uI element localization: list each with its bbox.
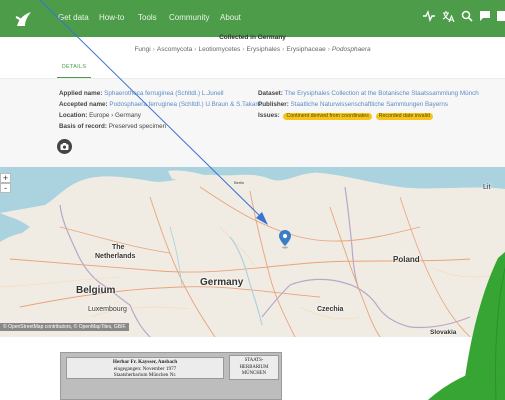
- issue-badge[interactable]: Recorded date invalid: [375, 113, 433, 120]
- zoom-in-button[interactable]: +: [0, 173, 11, 183]
- breadcrumb-genus[interactable]: Podosphaera: [332, 46, 371, 53]
- dataset-link[interactable]: The Erysiphales Collection at the Botani…: [285, 90, 479, 97]
- breadcrumb-class[interactable]: Leotiomycetes: [198, 46, 240, 53]
- breadcrumb-kingdom[interactable]: Fungi: [134, 46, 150, 53]
- accepted-name-link[interactable]: Podosphaera ferruginea (Schltdl.) U.Brau…: [109, 101, 262, 108]
- occurrence-map[interactable]: + - The Netherlands Belgium Luxembourg G…: [0, 167, 505, 337]
- map-label-netherlands: The: [112, 244, 125, 251]
- location-row: Location: Europe › Germany: [59, 112, 141, 120]
- camera-icon[interactable]: [57, 139, 72, 154]
- publisher-label: Publisher:: [258, 101, 289, 108]
- map-attribution[interactable]: © OpenStreetMap contributors, © OpenMapT…: [0, 323, 130, 331]
- accepted-name-label: Accepted name:: [59, 101, 108, 108]
- location-value: Europe › Germany: [89, 112, 141, 119]
- publisher-row: Publisher: Staatliche Naturwissenschaftl…: [258, 101, 448, 109]
- analytics-icon[interactable]: [423, 9, 435, 27]
- map-label-lithuania: Lit: [483, 184, 491, 191]
- map-label-belgium: Belgium: [76, 285, 116, 296]
- specimen-label-image[interactable]: Herbar Fr. Kaysser, Ansbach eingegangen:…: [60, 352, 282, 400]
- nav-tools[interactable]: Tools: [138, 13, 157, 22]
- location-label: Location:: [59, 112, 88, 119]
- chat-icon[interactable]: [479, 10, 491, 27]
- map-background: [0, 167, 505, 337]
- map-label-germany: Germany: [200, 277, 244, 288]
- herbarium-label-line: Staatsherbarium München Nr.: [113, 372, 177, 378]
- herbarium-stamp-line: MÜNCHEN: [241, 371, 267, 376]
- gbif-logo[interactable]: [13, 8, 35, 30]
- breadcrumb-order[interactable]: Erysiphales: [247, 46, 281, 53]
- map-label-netherlands: Netherlands: [95, 253, 136, 260]
- taxonomy-breadcrumb: Fungi › Ascomycota › Leotiomycetes › Erysiphal…: [134, 46, 371, 53]
- issues-label: Issues:: [258, 112, 280, 119]
- basis-of-record-value: Preserved specimen: [108, 123, 167, 130]
- dataset-row: Dataset: The Erysiphales Collection at t…: [258, 90, 479, 98]
- collected-in-title: Collected in Germany: [219, 34, 286, 41]
- basis-of-record-row: Basis of record: Preserved specimen: [59, 123, 166, 131]
- applied-name-row: Applied name: Sphaerotheca ferruginea (S…: [59, 90, 224, 98]
- dataset-label: Dataset:: [258, 90, 283, 97]
- basis-of-record-label: Basis of record:: [59, 123, 107, 130]
- nav-community[interactable]: Community: [169, 13, 209, 22]
- menu-icon[interactable]: [497, 10, 505, 27]
- breadcrumb-phylum[interactable]: Ascomycota: [157, 46, 192, 53]
- herbarium-label: Herbar Fr. Kaysser, Ansbach eingegangen:…: [66, 357, 224, 379]
- applied-name-label: Applied name:: [59, 90, 103, 97]
- issue-badge[interactable]: Continent derived from coordinates: [283, 113, 372, 120]
- applied-name-link[interactable]: Sphaerotheca ferruginea (Schltdl.) L.Jun…: [104, 90, 223, 97]
- translate-icon[interactable]: [442, 10, 455, 28]
- accepted-name-row: Accepted name: Podosphaera ferruginea (S…: [59, 101, 262, 109]
- publisher-link[interactable]: Staatliche Naturwissenschaftliche Sammlu…: [291, 101, 449, 108]
- issues-row: Issues: Continent derived from coordinat…: [258, 112, 433, 120]
- map-label-czechia: Czechia: [317, 306, 344, 313]
- top-navigation-bar: Get data How-to Tools Community About: [0, 0, 505, 37]
- nav-about[interactable]: About: [220, 13, 241, 22]
- nav-get-data[interactable]: Get data: [58, 13, 89, 22]
- map-label-slovakia: Slovakia: [430, 329, 457, 336]
- herbarium-stamp: STAATS- HERBARIUM MÜNCHEN: [229, 355, 279, 380]
- map-label-luxembourg: Luxembourg: [88, 306, 127, 313]
- search-icon[interactable]: [461, 10, 473, 27]
- occurrence-page: Get data How-to Tools Community About Co…: [0, 0, 505, 400]
- tab-details[interactable]: DETAILS: [57, 62, 91, 78]
- breadcrumb-family[interactable]: Erysiphaceae: [286, 46, 325, 53]
- map-label-berlin: Berlin: [234, 180, 245, 185]
- nav-how-to[interactable]: How-to: [99, 13, 124, 22]
- zoom-out-button[interactable]: -: [0, 183, 11, 193]
- map-label-poland: Poland: [393, 255, 420, 264]
- location-marker-icon[interactable]: [279, 230, 291, 249]
